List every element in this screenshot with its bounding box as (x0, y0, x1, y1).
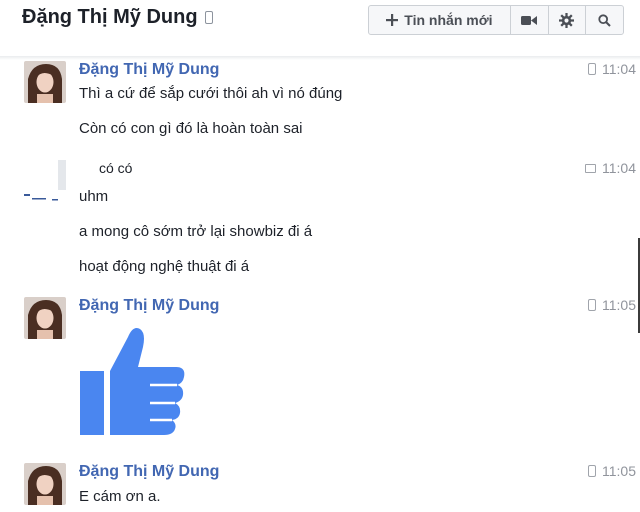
thumbs-up-icon (80, 328, 185, 435)
avatar[interactable] (24, 61, 66, 103)
search-button[interactable] (585, 6, 623, 34)
message-group: Đặng Thị Mỹ Dung 11:05 E cám ơn a. (0, 463, 640, 512)
message-text: Thì a cứ để sắp cưới thôi ah vì nó đúng (79, 85, 343, 102)
video-call-button[interactable] (509, 6, 548, 34)
time-text: 11:04 (602, 160, 636, 176)
sender-name[interactable]: Đặng Thị Mỹ Dung (79, 297, 219, 315)
new-message-button[interactable]: Tin nhắn mới (369, 6, 510, 34)
mobile-icon (204, 11, 213, 24)
message-text: hoạt động nghệ thuật đi á (79, 258, 250, 275)
avatar[interactable] (24, 463, 66, 505)
time-text: 11:04 (602, 61, 636, 77)
message-text: Còn có con gì đó là hoàn toàn sai (79, 120, 303, 137)
gear-icon (559, 12, 575, 28)
conversation-title: Đặng Thị Mỹ Dung (22, 6, 213, 29)
video-camera-icon (521, 15, 538, 25)
conversation-header: Đặng Thị Mỹ Dung Tin nhắn mới (0, 0, 640, 56)
search-icon (598, 13, 611, 27)
message-preview: có có (99, 160, 133, 176)
time-text: 11:05 (602, 463, 636, 479)
message-text: a mong cô sớm trở lại showbiz đi á (79, 223, 313, 240)
settings-button[interactable] (547, 6, 586, 34)
header-divider (0, 56, 640, 60)
avatar[interactable] (24, 297, 66, 339)
message-group: Đặng Thị Mỹ Dung 11:05 (0, 297, 640, 442)
sender-name[interactable]: Đặng Thị Mỹ Dung (79, 463, 219, 481)
header-toolbar: Tin nhắn mới (368, 5, 624, 35)
time-text: 11:05 (602, 297, 636, 313)
message-group: có có 11:04 uhm a mong cô sớm trở lại sh… (0, 160, 640, 280)
mobile-icon (588, 63, 596, 75)
message-timestamp: 11:04 (588, 61, 636, 77)
message-group: Đặng Thị Mỹ Dung 11:04 Thì a cứ để sắp c… (0, 61, 640, 151)
plus-icon (386, 14, 399, 26)
message-text: E cám ơn a. (79, 488, 161, 505)
sender-name[interactable]: Đặng Thị Mỹ Dung (79, 61, 219, 79)
thumbs-up-sticker[interactable] (80, 325, 186, 442)
message-timestamp: 11:05 (588, 463, 636, 479)
message-timestamp: 11:05 (588, 297, 636, 313)
new-message-label: Tin nhắn mới (404, 12, 493, 28)
avatar[interactable] (24, 160, 66, 202)
message-text: uhm (79, 188, 109, 205)
conversation-title-text[interactable]: Đặng Thị Mỹ Dung (22, 6, 198, 29)
mobile-icon (588, 465, 596, 477)
mobile-icon (588, 299, 596, 311)
chat-icon (585, 163, 596, 173)
message-timestamp: 11:04 (585, 160, 636, 176)
